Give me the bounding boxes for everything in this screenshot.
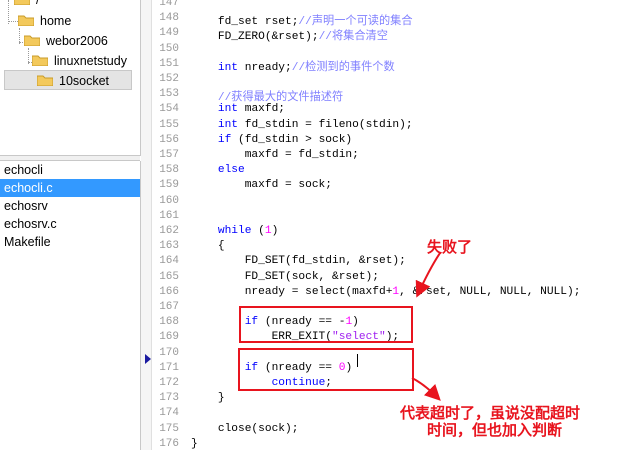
arrow-to-select-line: [415, 252, 441, 298]
annotation-arrows: [411, 252, 441, 401]
annotation-failed: 失败了: [427, 239, 473, 256]
annotation-timeout-line2: 时间，但也加入判断: [427, 422, 563, 439]
arrow-from-timeout-box: [411, 377, 441, 401]
